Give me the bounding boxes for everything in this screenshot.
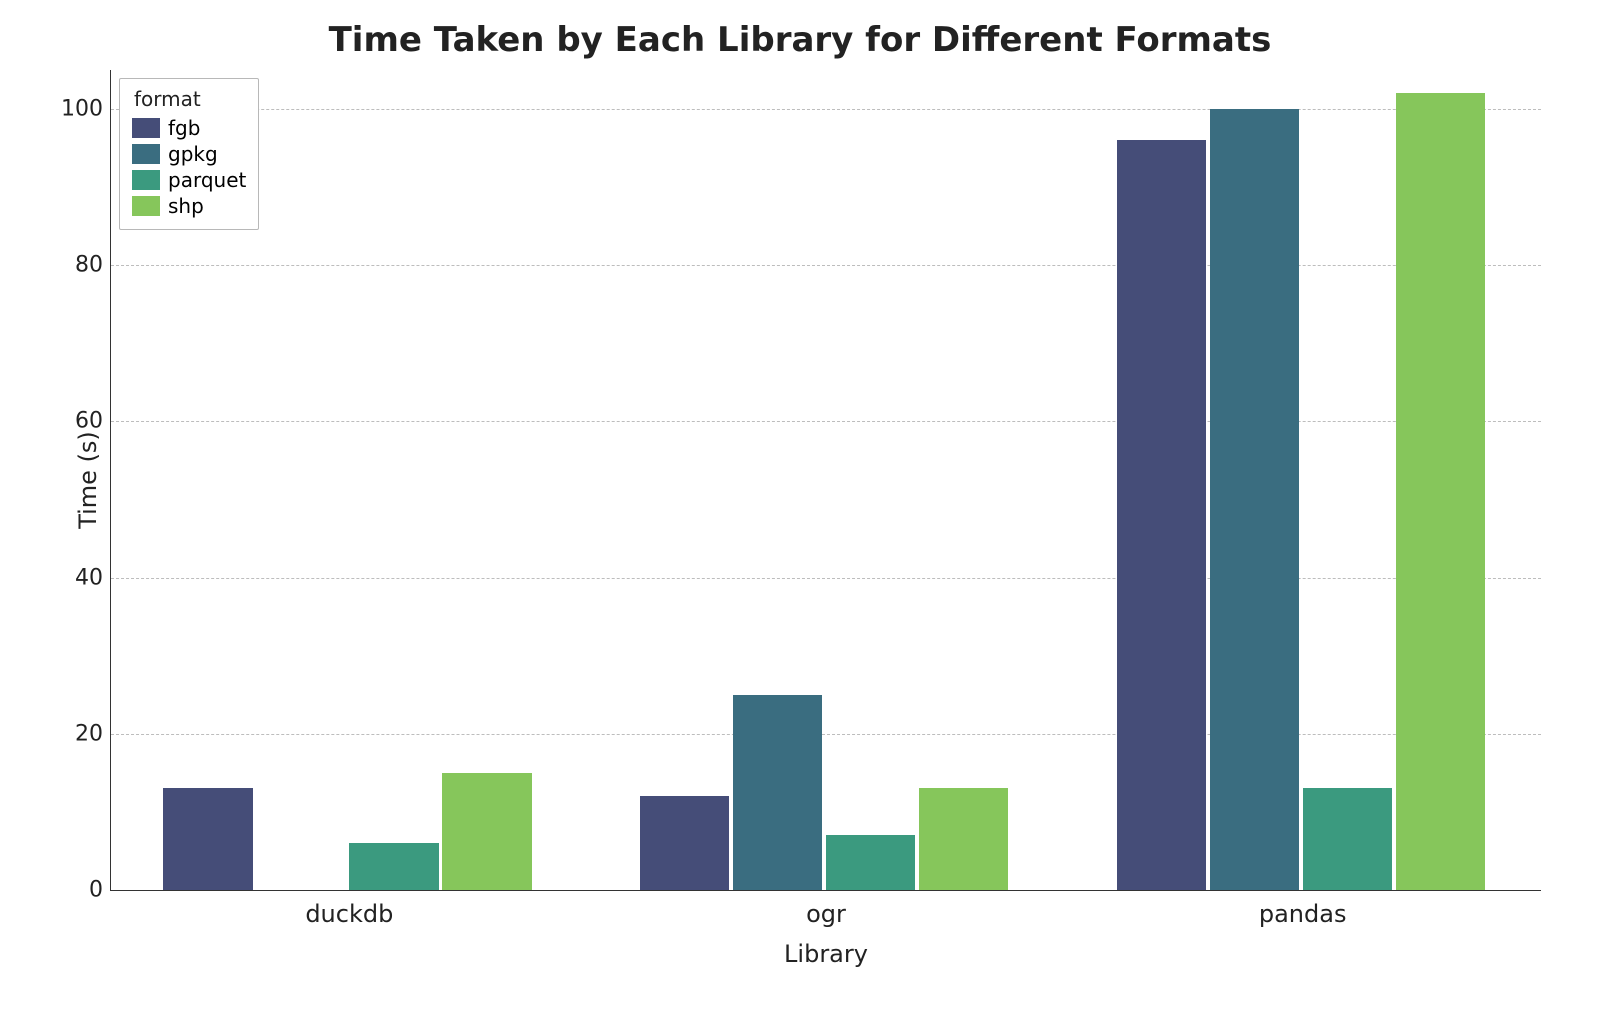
y-tick-label: 0 [61,878,103,903]
x-tick-label: pandas [1259,900,1347,928]
legend-label: parquet [168,168,246,192]
bar [1396,93,1485,890]
x-tick-label: ogr [806,900,846,928]
y-axis-label: Time (s) [74,431,102,529]
legend-title: format [132,87,246,111]
grid-line [111,265,1541,266]
chart-title: Time Taken by Each Library for Different… [20,20,1580,60]
legend-item: fgb [132,115,246,141]
bar [640,796,729,890]
legend: format fgbgpkgparquetshp [119,78,259,230]
legend-swatch [132,118,160,138]
x-tick-label: duckdb [305,900,393,928]
x-axis-label: Library [784,940,868,968]
legend-label: fgb [168,116,200,140]
bar [1117,140,1206,890]
bar [442,773,531,890]
legend-item: parquet [132,167,246,193]
legend-swatch [132,170,160,190]
legend-item: shp [132,193,246,219]
chart-container: Time Taken by Each Library for Different… [20,20,1580,1012]
y-tick-label: 20 [61,721,103,746]
legend-swatch [132,144,160,164]
bar [349,843,438,890]
grid-line [111,109,1541,110]
legend-swatch [132,196,160,216]
grid-line [111,578,1541,579]
y-tick-label: 100 [61,97,103,122]
bar [826,835,915,890]
bar [1303,788,1392,890]
grid-line [111,421,1541,422]
bar [919,788,1008,890]
bar [733,695,822,890]
plot-area: Time (s) Library format fgbgpkgparquetsh… [110,70,1541,891]
bar [163,788,252,890]
y-tick-label: 80 [61,253,103,278]
legend-label: gpkg [168,142,218,166]
y-tick-label: 40 [61,565,103,590]
grid-line [111,734,1541,735]
bar [1210,109,1299,890]
legend-label: shp [168,194,204,218]
y-tick-label: 60 [61,409,103,434]
legend-item: gpkg [132,141,246,167]
